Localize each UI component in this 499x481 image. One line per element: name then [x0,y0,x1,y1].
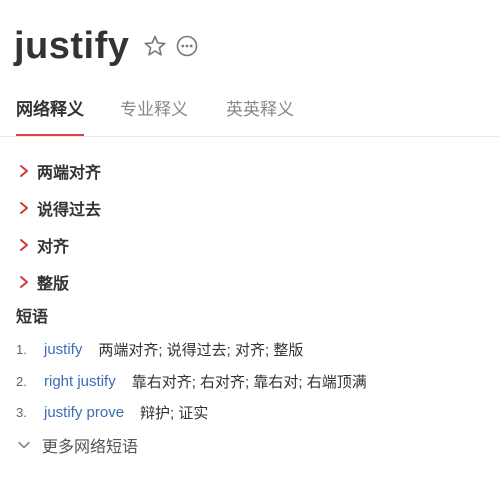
chevron-right-icon [20,201,28,214]
phrase-number: 1. [16,342,27,358]
definition-list: 两端对齐 说得过去 对齐 整版 [16,152,101,300]
phrase-translation: 辩护; 证实 [140,405,209,423]
phrase-number: 2. [16,373,27,389]
definition-label: 整版 [37,275,70,293]
phrase-link[interactable]: justify prove [44,404,124,421]
definition-item[interactable]: 对齐 [16,226,101,263]
definition-item[interactable]: 两端对齐 [16,152,101,189]
phrase-translation: 靠右对齐; 右对齐; 靠右对; 右端顶满 [131,373,367,391]
phrase-number: 3. [16,405,27,421]
phrase-list: 1. justify 两端对齐; 说得过去; 对齐; 整版 2. right j… [16,334,367,429]
more-phrases-label: 更多网络短语 [42,439,139,456]
chevron-down-icon [18,441,30,449]
tab-label: 英英释义 [226,100,294,119]
more-circle-icon[interactable] [175,34,199,58]
phrase-translation: 两端对齐; 说得过去; 对齐; 整版 [98,342,304,360]
active-tab-underline [16,134,84,136]
definition-item[interactable]: 说得过去 [16,189,101,226]
definition-item[interactable]: 整版 [16,263,101,300]
definition-label: 两端对齐 [37,164,102,182]
more-phrases-button[interactable]: 更多网络短语 [16,433,138,457]
headword: justify [14,25,130,67]
tab-english-definitions[interactable]: 英英释义 [226,88,294,135]
phrases-heading: 短语 [16,309,49,326]
phrase-link[interactable]: right justify [44,373,116,390]
star-outline-icon[interactable] [143,34,167,58]
tab-professional-definitions[interactable]: 专业释义 [120,88,188,135]
phrase-item: 1. justify 两端对齐; 说得过去; 对齐; 整版 [16,334,367,366]
chevron-right-icon [20,238,28,251]
tab-label: 专业释义 [120,100,188,119]
tab-bar: 网络释义 专业释义 英英释义 [0,88,499,137]
phrase-link[interactable]: justify [44,341,82,358]
definition-label: 对齐 [37,238,70,256]
phrase-item: 3. justify prove 辩护; 证实 [16,397,367,429]
phrase-item: 2. right justify 靠右对齐; 右对齐; 靠右对; 右端顶满 [16,366,367,398]
tab-label: 网络释义 [16,100,84,119]
tab-web-definitions[interactable]: 网络释义 [16,88,84,136]
chevron-right-icon [20,275,28,288]
definition-label: 说得过去 [37,201,102,219]
chevron-right-icon [20,164,28,177]
word-header: justify [14,22,199,70]
